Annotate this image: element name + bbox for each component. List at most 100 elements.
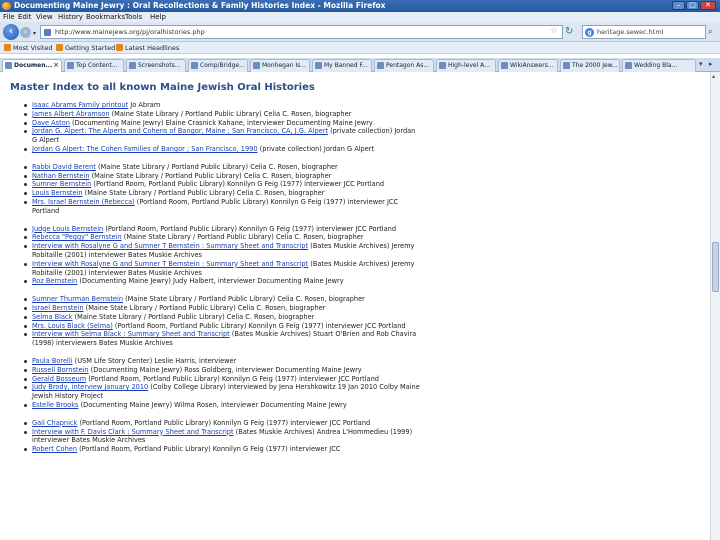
entry-link[interactable]: Mrs. Israel Bernstein (Rebecca) xyxy=(32,198,135,206)
entry-link[interactable]: Nathan Bernstein xyxy=(32,172,90,180)
entry-link[interactable]: Russell Bornstein xyxy=(32,366,89,374)
tab-3[interactable]: Screenshots... xyxy=(126,59,186,72)
entry-description: (Portland Room, Portland Public Library)… xyxy=(91,180,385,189)
vertical-scrollbar[interactable]: ▴ xyxy=(710,72,720,540)
tab-6[interactable]: My Banned F... xyxy=(312,59,372,72)
entry-link[interactable]: Gail Chapnick xyxy=(32,419,77,427)
back-button[interactable]: ‹ xyxy=(3,24,19,40)
forward-button[interactable]: › xyxy=(20,27,31,38)
tab-favicon-icon xyxy=(377,62,384,69)
tab-close-icon[interactable]: × xyxy=(53,60,59,71)
entry-link[interactable]: Rabbi David Berent xyxy=(32,163,96,171)
reload-icon[interactable]: ↻ xyxy=(565,25,579,39)
firefox-icon xyxy=(2,2,11,10)
menu-bookmarks[interactable]: Bookmarks xyxy=(86,13,125,21)
search-input[interactable]: g heritage.sewec.html xyxy=(582,25,706,39)
bookmark-latest-headlines[interactable]: Latest Headlines xyxy=(116,44,179,52)
entry-link[interactable]: Interview with F. Davis Clark : Summary … xyxy=(32,428,234,436)
entry-link[interactable]: Dave Aston xyxy=(32,119,70,127)
page-title: Master Index to all known Maine Jewish O… xyxy=(10,82,315,93)
history-dropdown-icon[interactable]: ▾ xyxy=(33,30,36,37)
tab-8[interactable]: High-level A... xyxy=(436,59,496,72)
entry-link[interactable]: Louis Bernstein xyxy=(32,189,83,197)
menu-edit[interactable]: Edit xyxy=(18,13,32,21)
url-text[interactable]: http://www.mainejews.org/pj/oralhistorie… xyxy=(55,28,205,36)
entry-description: Jo Abram xyxy=(128,101,161,109)
tab-1[interactable]: Documen... × xyxy=(2,59,62,73)
entry-link[interactable]: Jordan G Alpert: The Cohen Families of B… xyxy=(32,145,258,153)
tab-10[interactable]: The 2000 Jew... xyxy=(560,59,620,72)
tab-favicon-icon xyxy=(625,62,632,69)
entry-link[interactable]: Sumner Thurman Bernstein xyxy=(32,295,123,303)
menu-help[interactable]: Help xyxy=(150,13,166,21)
entry-link[interactable]: Sumner Bernstein xyxy=(32,180,91,188)
search-text[interactable]: heritage.sewec.html xyxy=(597,28,663,36)
maximize-button[interactable]: □ xyxy=(686,1,699,10)
bookmarks-toolbar: Most Visited Getting Started Latest Head… xyxy=(0,42,720,54)
entry-description: (Portland Room, Portland Public Library)… xyxy=(77,418,371,427)
list-item: Jordan G. Alpert: The Alperts and Cohens… xyxy=(22,127,422,145)
list-item: Sumner Bernstein (Portland Room, Portlan… xyxy=(22,180,422,189)
scrollbar-thumb[interactable] xyxy=(712,242,719,292)
bookmark-most-visited[interactable]: Most Visited xyxy=(4,44,53,52)
list-item: Mrs. Louis Black (Selma) (Portland Room,… xyxy=(22,322,422,331)
entry-description: (Maine State Library / Portland Public L… xyxy=(72,312,315,321)
entry-link[interactable]: Interview with Selma Black : Summary She… xyxy=(32,330,230,338)
menu-history[interactable]: History xyxy=(58,13,83,21)
entry-description: (Maine State Library / Portland Public L… xyxy=(123,295,365,304)
entry-link[interactable]: Israel Bernstein xyxy=(32,304,84,312)
entry-link[interactable]: Robert Cohen xyxy=(32,445,77,453)
entry-link[interactable]: Judge Louis Bernstein xyxy=(32,225,103,233)
window-title: Documenting Maine Jewry : Oral Recollect… xyxy=(14,1,386,10)
entry-link[interactable]: James Albert Abramson xyxy=(32,110,110,118)
entry-link[interactable]: Estelle Brooks xyxy=(32,401,78,409)
list-item: Interview with Rosalyne G and Sumner T B… xyxy=(22,260,422,278)
list-item: Gerald Bosseum (Portland Room, Portland … xyxy=(22,375,422,384)
list-item: James Albert Abramson (Maine State Libra… xyxy=(22,110,422,119)
tab-7[interactable]: Pentagon As... xyxy=(374,59,434,72)
tab-11[interactable]: Wedding Bla... xyxy=(622,59,696,72)
menu-view[interactable]: View xyxy=(36,13,53,21)
entry-description: (Documenting Maine Jewry) Judy Halbert, … xyxy=(77,277,344,286)
list-item: Dave Aston (Documenting Maine Jewry) Ela… xyxy=(22,119,422,128)
menu-file[interactable]: File xyxy=(3,13,15,21)
entry-description: (Maine State Library / Portland Public L… xyxy=(83,303,326,312)
entry-link[interactable]: Judy Brody, interview January 2010 xyxy=(32,383,148,391)
tab-2[interactable]: Top Content... xyxy=(64,59,124,72)
search-magnifier-icon[interactable]: ⌕ xyxy=(708,27,712,37)
list-all-tabs-icon[interactable]: ▾ xyxy=(699,60,703,68)
scroll-up-icon[interactable]: ▴ xyxy=(712,73,715,80)
list-item: Louis Bernstein (Maine State Library / P… xyxy=(22,189,422,198)
minimize-button[interactable]: – xyxy=(672,1,685,10)
tab-favicon-icon xyxy=(129,62,136,69)
entry-link[interactable]: Isaac Abrams Family printout xyxy=(32,101,128,109)
close-button[interactable]: ✕ xyxy=(700,1,716,10)
tab-9[interactable]: WikiAnswers... xyxy=(498,59,558,72)
entry-description: (Portland Room, Portland Public Library)… xyxy=(77,445,341,454)
entry-link[interactable]: Jordan G. Alpert: The Alperts and Cohens… xyxy=(32,127,328,135)
entry-link[interactable]: Roz Bernstein xyxy=(32,277,77,285)
menu-tools[interactable]: Tools xyxy=(125,13,142,21)
entry-link[interactable]: Rebecca "Peggy" Bernstein xyxy=(32,233,122,241)
entry-link[interactable]: Gerald Bosseum xyxy=(32,375,86,383)
entry-description: (Maine State Library / Portland Public L… xyxy=(95,162,338,171)
entry-link[interactable]: Selma Black xyxy=(32,313,72,321)
list-item: Estelle Brooks (Documenting Maine Jewry)… xyxy=(22,401,422,410)
entry-link[interactable]: Paula Borelli xyxy=(32,357,73,365)
tab-favicon-icon xyxy=(501,62,508,69)
list-item: Robert Cohen (Portland Room, Portland Pu… xyxy=(22,445,422,454)
url-bar[interactable]: http://www.mainejews.org/pj/oralhistorie… xyxy=(40,25,563,39)
entry-link[interactable]: Interview with Rosalyne G and Sumner T B… xyxy=(32,260,308,268)
tab-4[interactable]: Comp/Bridge... xyxy=(188,59,248,72)
tab-favicon-icon xyxy=(563,62,570,69)
tab-favicon-icon xyxy=(315,62,322,69)
tab-favicon-icon xyxy=(253,62,260,69)
bookmark-star-icon[interactable]: ☆ xyxy=(550,27,559,36)
tab-scroll-right-icon[interactable]: ▸ xyxy=(709,60,713,68)
list-item: Interview with Rosalyne G and Sumner T B… xyxy=(22,242,422,260)
bookmark-getting-started[interactable]: Getting Started xyxy=(56,44,115,52)
entry-link[interactable]: Mrs. Louis Black (Selma) xyxy=(32,322,113,330)
entry-link[interactable]: Interview with Rosalyne G and Sumner T B… xyxy=(32,242,308,250)
entry-description: (Documenting Maine Jewry) Wilma Rosen, i… xyxy=(78,400,347,409)
tab-5[interactable]: Monhegan Is... xyxy=(250,59,310,72)
